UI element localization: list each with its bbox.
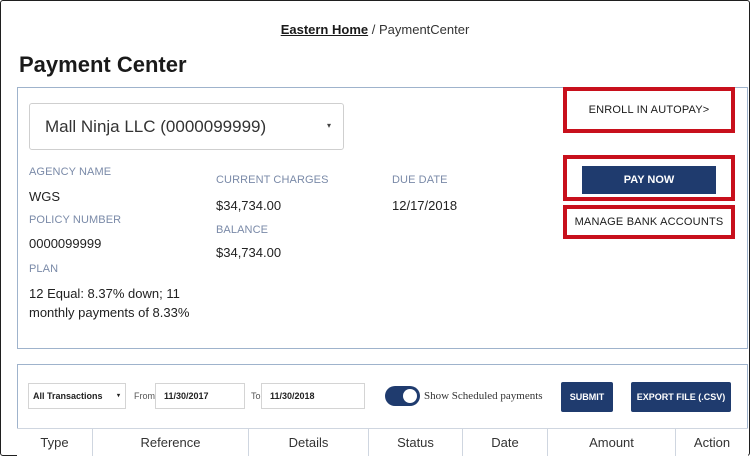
column-header-date[interactable]: Date bbox=[463, 429, 548, 456]
column-header-action[interactable]: Action bbox=[676, 429, 748, 456]
plan-value-line1: 12 Equal: 8.37% down; 11 bbox=[29, 286, 180, 301]
transaction-type-select[interactable]: All Transactions ▾ bbox=[28, 383, 126, 409]
pay-now-highlight: PAY NOW bbox=[563, 155, 735, 201]
account-select-value: Mall Ninja LLC (0000099999) bbox=[45, 117, 267, 136]
enroll-autopay-button[interactable]: ENROLL IN AUTOPAY> bbox=[563, 87, 735, 133]
from-date-input[interactable]: 11/30/2017 bbox=[155, 383, 245, 409]
from-label: From bbox=[134, 391, 155, 401]
due-date-value: 12/17/2018 bbox=[392, 198, 458, 213]
breadcrumb: Eastern Home / PaymentCenter bbox=[0, 22, 750, 37]
breadcrumb-separator: / bbox=[371, 22, 376, 37]
due-date-label: DUE DATE bbox=[392, 174, 448, 186]
column-header-reference[interactable]: Reference bbox=[93, 429, 249, 456]
transactions-table-header: Type Reference Details Status Date Amoun… bbox=[17, 428, 748, 456]
current-charges-label: CURRENT CHARGES bbox=[216, 174, 329, 186]
agency-name-label: AGENCY NAME bbox=[29, 166, 112, 178]
export-csv-button[interactable]: EXPORT FILE (.CSV) bbox=[631, 382, 731, 412]
agency-name-value: WGS bbox=[29, 189, 61, 204]
transaction-type-value: All Transactions bbox=[33, 391, 103, 401]
balance-label: BALANCE bbox=[216, 224, 269, 236]
to-date-input[interactable]: 11/30/2018 bbox=[261, 383, 365, 409]
show-scheduled-toggle[interactable] bbox=[385, 386, 420, 406]
column-header-type[interactable]: Type bbox=[17, 429, 93, 456]
current-charges-value: $34,734.00 bbox=[216, 198, 282, 213]
chevron-down-icon: ▾ bbox=[326, 121, 331, 130]
to-label: To bbox=[251, 391, 261, 401]
plan-value-line2: monthly payments of 8.33% bbox=[29, 305, 190, 320]
policy-number-label: POLICY NUMBER bbox=[29, 214, 122, 226]
breadcrumb-home-link[interactable]: Eastern Home bbox=[281, 22, 368, 37]
breadcrumb-current: PaymentCenter bbox=[378, 22, 470, 37]
balance-value: $34,734.00 bbox=[216, 245, 282, 260]
account-select[interactable]: Mall Ninja LLC (0000099999) ▾ bbox=[29, 103, 344, 150]
page-title: Payment Center bbox=[19, 52, 187, 77]
chevron-down-icon: ▾ bbox=[116, 393, 120, 399]
column-header-status[interactable]: Status bbox=[369, 429, 463, 456]
policy-number-value: 0000099999 bbox=[29, 236, 102, 251]
pay-now-button[interactable]: PAY NOW bbox=[582, 166, 716, 194]
show-scheduled-label: Show Scheduled payments bbox=[424, 390, 543, 402]
column-header-details[interactable]: Details bbox=[249, 429, 369, 456]
submit-button[interactable]: SUBMIT bbox=[561, 382, 613, 412]
column-header-amount[interactable]: Amount bbox=[548, 429, 676, 456]
plan-label: PLAN bbox=[29, 263, 59, 275]
toggle-knob bbox=[403, 389, 417, 403]
manage-bank-accounts-button[interactable]: MANAGE BANK ACCOUNTS bbox=[563, 205, 735, 239]
